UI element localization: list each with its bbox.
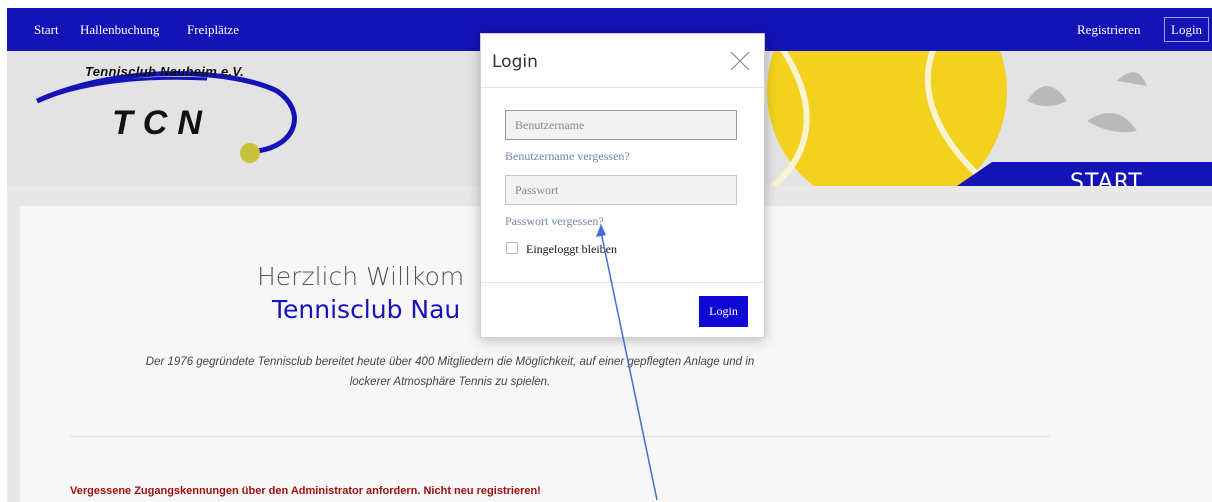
annotation-arrow (600, 231, 658, 501)
annotation-arrowhead (596, 224, 606, 237)
annotation-arrow-layer (596, 224, 658, 501)
